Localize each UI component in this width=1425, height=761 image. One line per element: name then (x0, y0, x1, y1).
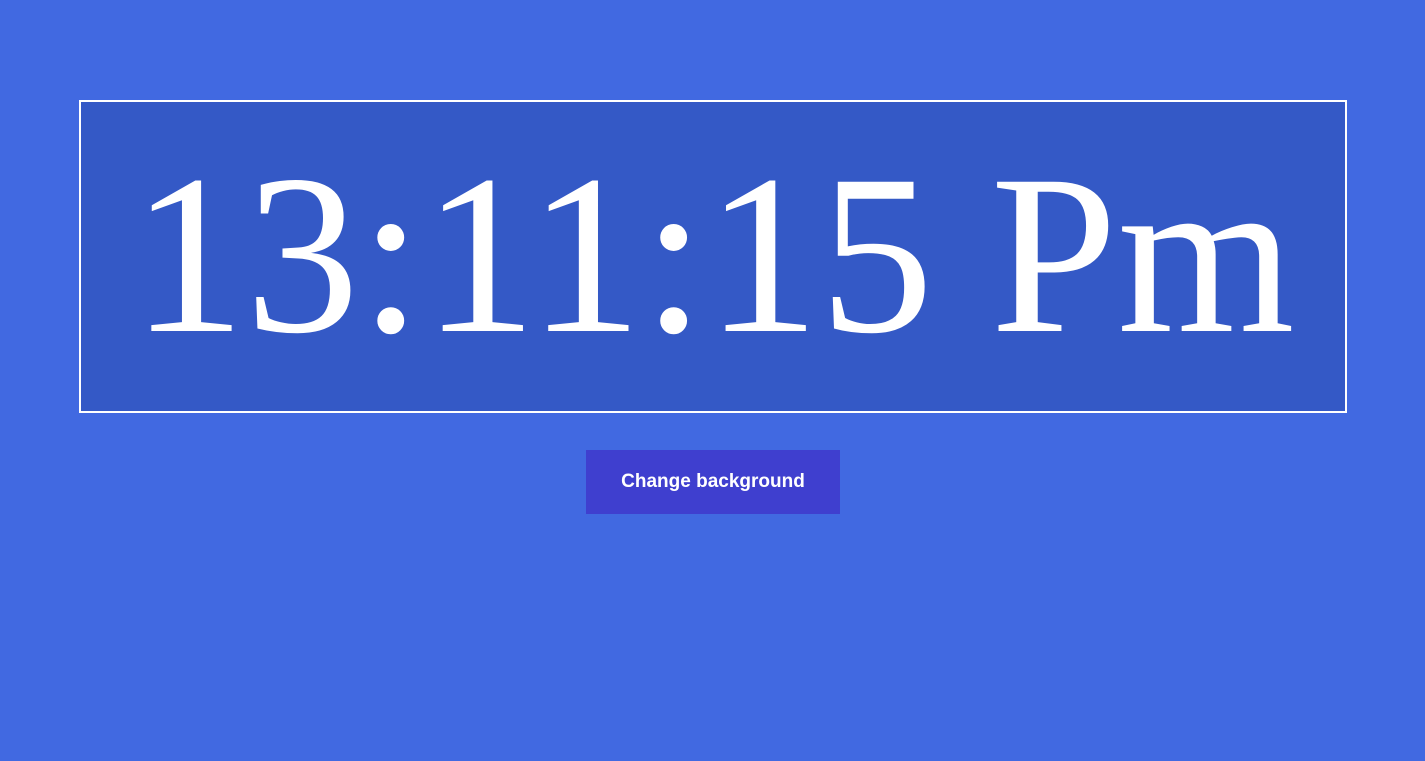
change-background-button[interactable]: Change background (586, 450, 840, 514)
clock-time: 13:11:15 Pm (131, 128, 1295, 381)
clock-display: 13:11:15 Pm (79, 100, 1347, 413)
